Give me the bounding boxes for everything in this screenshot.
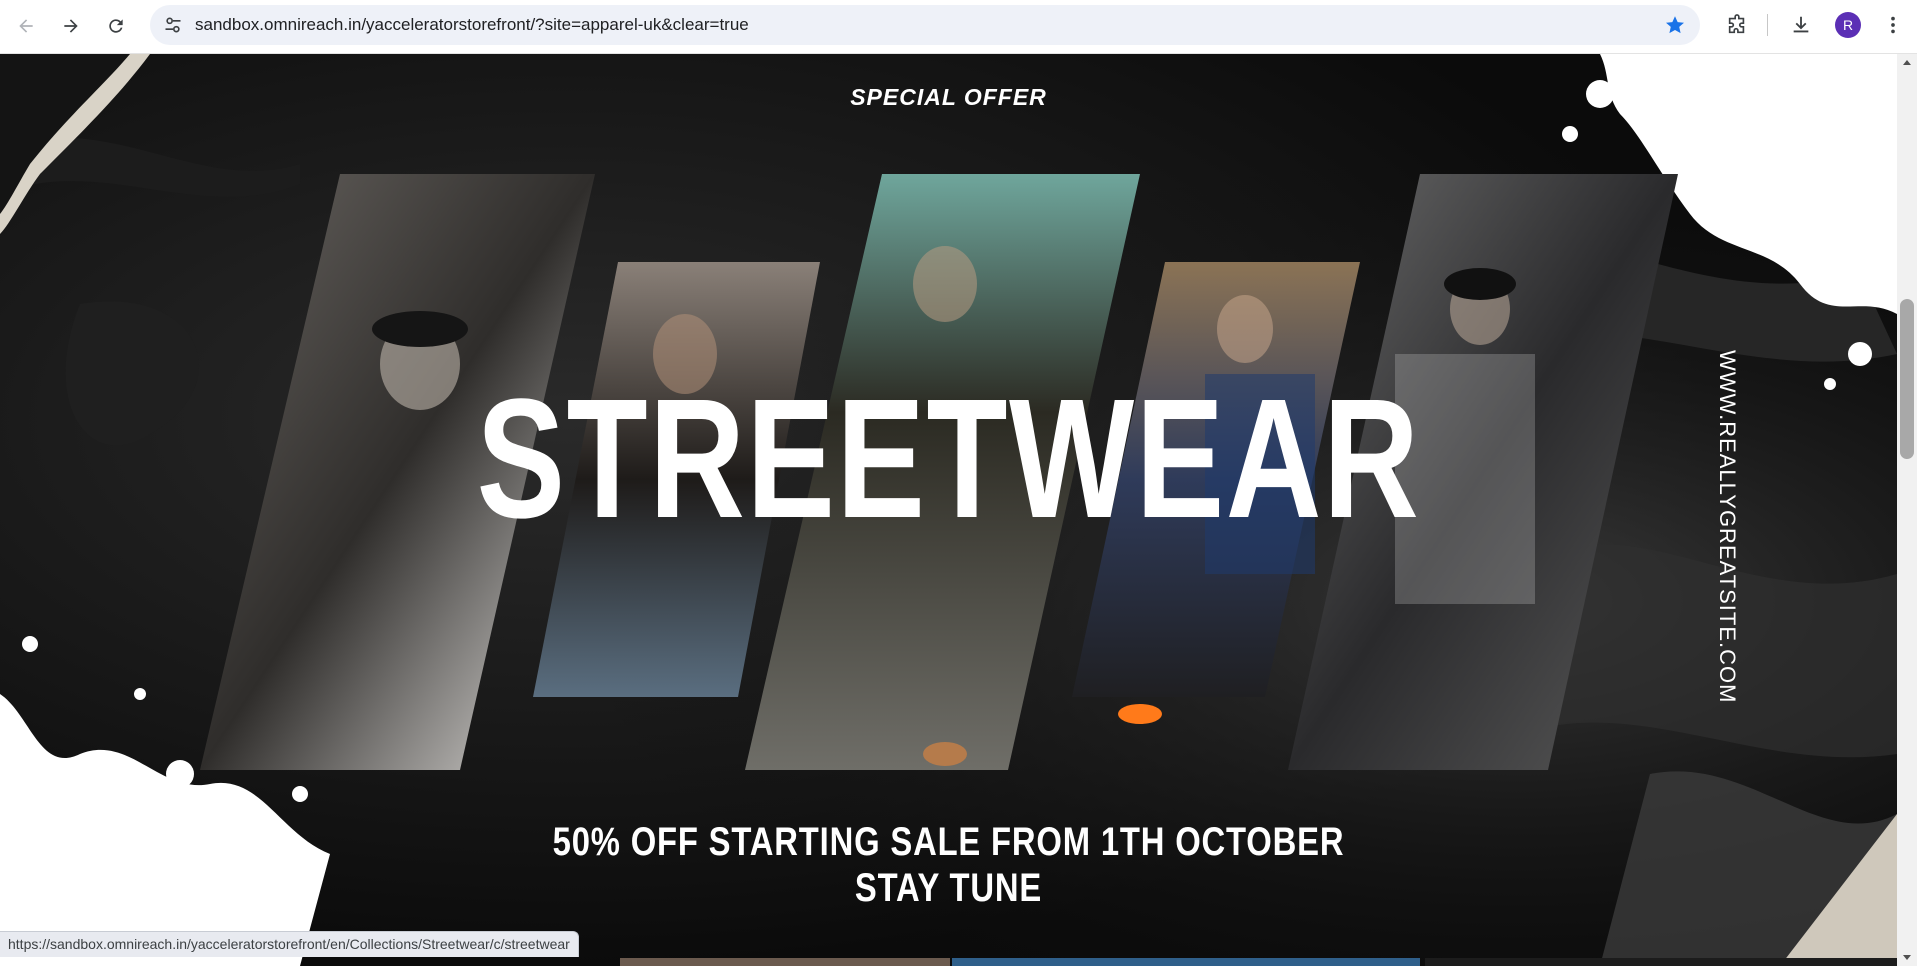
scroll-up-icon[interactable] [1902,58,1912,68]
sale-announcement: 50% OFF STARTING SALE FROM 1TH OCTOBER [552,820,1345,864]
puzzle-icon [1728,14,1745,34]
promo-banner[interactable]: SPECIAL OFFER STREETWEAR WWW.REALLYGREAT… [0,54,1897,966]
download-icon [1793,16,1809,33]
next-section-image [952,958,1420,966]
streetwear-headline: STREETWEAR [476,364,1421,554]
arrow-left-icon [19,19,33,33]
arrow-right-icon [64,19,78,33]
scroll-thumb[interactable] [1900,299,1914,459]
star-filled-icon[interactable] [1664,14,1686,36]
forward-button[interactable] [54,9,88,43]
kebab-menu-icon [1891,16,1895,34]
special-offer-label: SPECIAL OFFER [850,84,1047,110]
browser-toolbar: sandbox.omnireach.in/yacceleratorstorefr… [0,0,1917,54]
next-section-image [620,958,950,966]
downloads-button[interactable] [1788,12,1814,38]
extensions-button[interactable] [1724,12,1750,38]
link-status-bar: https://sandbox.omnireach.in/yaccelerato… [0,931,579,957]
toolbar-divider [1767,14,1768,36]
next-section-image [1425,958,1897,966]
url-text[interactable]: sandbox.omnireach.in/yacceleratorstorefr… [195,5,749,45]
menu-button[interactable] [1880,12,1906,38]
back-button[interactable] [9,9,43,43]
scroll-down-icon[interactable] [1902,952,1912,962]
address-bar[interactable]: sandbox.omnireach.in/yacceleratorstorefr… [150,5,1700,45]
profile-avatar[interactable]: R [1835,12,1861,38]
website-url-vertical: WWW.REALLYGREATSITE.COM [1715,350,1740,704]
tune-icon[interactable] [163,15,183,35]
page-scrollbar[interactable] [1897,54,1917,966]
reload-button[interactable] [99,9,133,43]
reload-icon [109,19,123,33]
stay-tune-text: STAY TUNE [854,866,1043,910]
